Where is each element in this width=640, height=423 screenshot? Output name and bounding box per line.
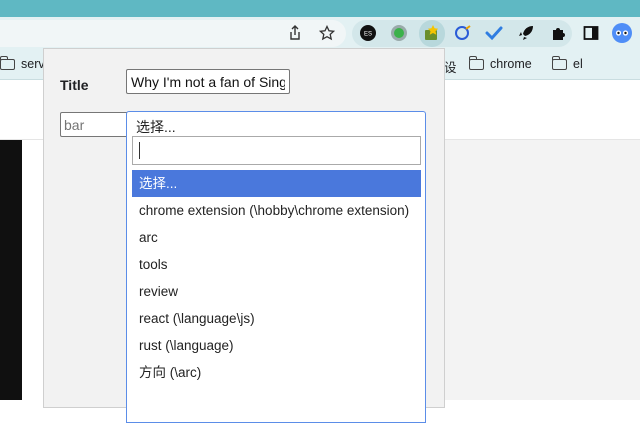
text-caret <box>139 142 140 159</box>
option-tools[interactable]: tools <box>132 251 421 278</box>
tag-input[interactable] <box>60 112 130 137</box>
option-review[interactable]: review <box>132 278 421 305</box>
stylus-extension-icon[interactable] <box>453 23 473 43</box>
profile-avatar-icon[interactable] <box>612 23 632 43</box>
folder-icon <box>468 55 484 70</box>
bookmark-label: el <box>573 57 583 71</box>
green-dot-extension-icon[interactable] <box>389 23 409 43</box>
check-extension-icon[interactable] <box>484 23 504 43</box>
page-dark-panel <box>0 140 22 400</box>
es-extension-icon[interactable]: ES <box>358 23 378 43</box>
title-input[interactable] <box>126 69 290 94</box>
option-react[interactable]: react (\language\js) <box>132 305 421 332</box>
folder-icon <box>551 55 567 70</box>
option-direction[interactable]: 方向 (\arc) <box>132 359 421 386</box>
dropdown-search-input[interactable] <box>132 136 421 165</box>
extension-popup: Title 选择... 选择... chrome extension (\hob… <box>43 48 445 423</box>
star-icon[interactable] <box>317 23 337 43</box>
puzzle-star-extension-icon[interactable] <box>422 23 442 43</box>
bookmark-folder-el[interactable]: el <box>551 55 583 71</box>
share-icon[interactable] <box>285 23 305 43</box>
title-label: Title <box>60 77 89 93</box>
option-arc[interactable]: arc <box>132 224 421 251</box>
es-extension-label: ES <box>364 32 372 38</box>
option-rust[interactable]: rust (\language) <box>132 332 421 359</box>
rocket-extension-icon[interactable] <box>516 23 536 43</box>
page-side-panel <box>440 140 640 400</box>
browser-toolbar: ES <box>0 17 640 49</box>
folder-dropdown: 选择... chrome extension (\hobby\chrome ex… <box>126 133 426 423</box>
bookmark-folder-partial[interactable]: 设 <box>444 57 457 76</box>
bookmark-label: 设 <box>444 61 457 75</box>
bookmark-folder-chrome[interactable]: chrome <box>468 55 532 71</box>
bookmark-label: serv <box>21 57 45 71</box>
bookmark-folder-serv[interactable]: serv <box>0 55 45 71</box>
option-chrome-extension[interactable]: chrome extension (\hobby\chrome extensio… <box>132 197 421 224</box>
tab-strip <box>0 0 640 17</box>
bookmark-label: chrome <box>490 57 532 71</box>
option-select-placeholder[interactable]: 选择... <box>132 170 421 197</box>
sidebar-icon[interactable] <box>581 23 601 43</box>
folder-icon <box>0 55 15 70</box>
folder-options-list: 选择... chrome extension (\hobby\chrome ex… <box>132 170 421 386</box>
puzzle-extensions-icon[interactable] <box>549 23 569 43</box>
